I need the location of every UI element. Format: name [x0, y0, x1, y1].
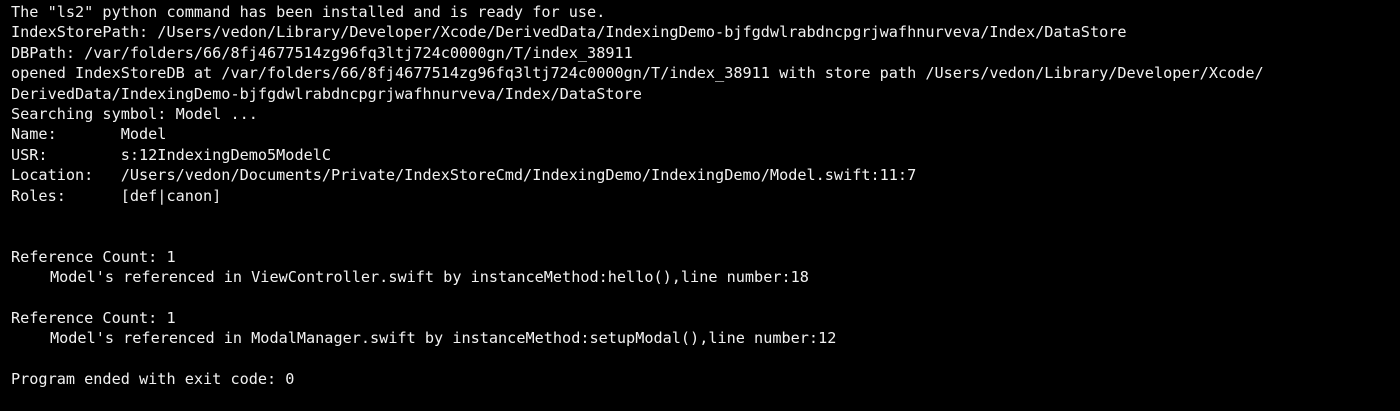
reference-detail-line: Model's referenced in ModalManager.swift…	[50, 329, 837, 348]
console-line: Location: /Users/vedon/Documents/Private…	[11, 166, 917, 185]
console-line: Name: Model	[11, 125, 167, 144]
console-line: opened IndexStoreDB at /var/folders/66/8…	[11, 64, 1264, 83]
console-line: Roles: [def|canon]	[11, 186, 222, 205]
reference-detail-line: Model's referenced in ViewController.swi…	[50, 268, 809, 287]
exit-message-line: Program ended with exit code: 0	[11, 370, 295, 389]
console-line: DBPath: /var/folders/66/8fj4677514zg96fq…	[11, 43, 633, 62]
console-line: IndexStorePath: /Users/vedon/Library/Dev…	[11, 23, 1127, 42]
console-line: USR: s:12IndexingDemo5ModelC	[11, 145, 332, 164]
console-line: DerivedData/IndexingDemo-bjfgdwlrabdncpg…	[11, 84, 642, 103]
reference-count-line: Reference Count: 1	[11, 247, 176, 266]
console-line: Searching symbol: Model ...	[11, 104, 258, 123]
console-output[interactable]: The "ls2" python command has been instal…	[0, 0, 1400, 411]
console-line: The "ls2" python command has been instal…	[11, 3, 606, 21]
reference-count-line: Reference Count: 1	[11, 308, 176, 327]
